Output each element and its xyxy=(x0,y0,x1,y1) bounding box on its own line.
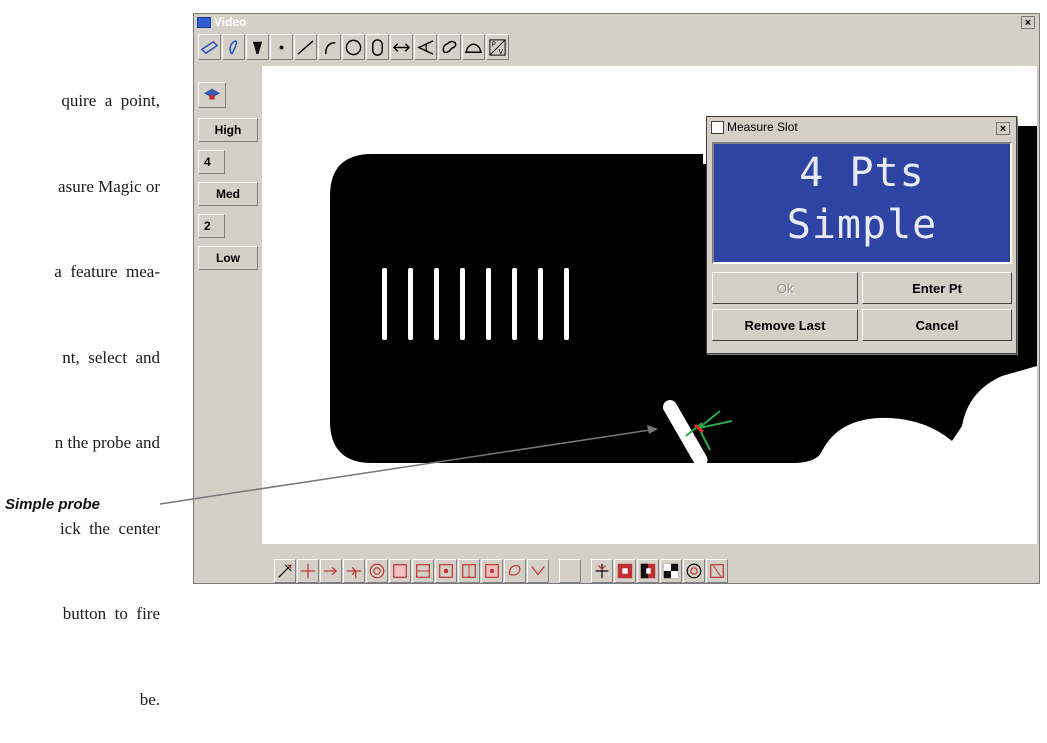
manual-text-line: ick the center xyxy=(59,518,160,538)
light-level-2-button[interactable]: 2 xyxy=(198,214,225,238)
tool-chevron-icon[interactable] xyxy=(527,559,549,583)
dialog-icon xyxy=(711,121,724,134)
tool-converge-icon[interactable] xyxy=(591,559,613,583)
display-points-count: 4 Pts xyxy=(799,150,925,196)
window-title: Video xyxy=(214,15,247,29)
tool-dark-box-1-icon[interactable] xyxy=(614,559,636,583)
tool-box-5-icon[interactable] xyxy=(481,559,503,583)
callout-label: Simple probe xyxy=(5,496,101,513)
enter-point-button[interactable]: Enter Pt xyxy=(862,272,1012,304)
tool-half-circle-icon[interactable] xyxy=(462,34,485,60)
construct-toolbar xyxy=(274,559,728,587)
tool-arrow-right-icon[interactable] xyxy=(320,559,342,583)
manual-text-block: quire a point, asure Magic or a feature … xyxy=(0,30,160,743)
manual-text-line: n the probe and xyxy=(54,433,160,452)
tool-contour-icon[interactable] xyxy=(438,34,461,60)
tool-slash-box-icon[interactable] xyxy=(706,559,728,583)
manual-text-line: asure Magic or xyxy=(58,176,160,196)
tool-circle-icon[interactable] xyxy=(342,34,365,60)
toolbar-separator xyxy=(550,559,558,587)
measure-slot-dialog: Measure Slot × 4 Pts Simple Ok Enter Pt … xyxy=(706,116,1017,354)
tool-box-2-icon[interactable] xyxy=(412,559,434,583)
light-level-4-button[interactable]: 4 xyxy=(198,150,225,174)
display-probe-mode: Simple xyxy=(786,202,938,248)
tool-probe-icon[interactable] xyxy=(246,34,269,60)
window-titlebar: Video × xyxy=(194,14,1039,32)
manual-text-line: button to fire xyxy=(62,604,160,623)
light-med-button[interactable]: Med xyxy=(198,182,258,206)
svg-text:V: V xyxy=(498,48,503,56)
tool-box-1-icon[interactable] xyxy=(389,559,411,583)
tool-slot-icon[interactable] xyxy=(366,34,389,60)
tool-distance-icon[interactable] xyxy=(390,34,413,60)
manual-text-line: a feature mea- xyxy=(54,262,160,281)
manual-text-line: nt, select and xyxy=(62,347,160,367)
window-icon xyxy=(197,17,211,28)
dialog-close-button[interactable]: × xyxy=(996,122,1010,135)
dialog-title: Measure Slot xyxy=(727,120,798,134)
ok-button[interactable]: Ok xyxy=(712,272,858,304)
manual-text-line: quire a point, xyxy=(61,91,160,110)
tool-dark-box-2-icon[interactable] xyxy=(637,559,659,583)
window-close-button[interactable]: × xyxy=(1021,16,1035,29)
tool-box-4-icon[interactable] xyxy=(458,559,480,583)
tool-star-icon[interactable] xyxy=(274,559,296,583)
tool-pv-icon[interactable]: PV xyxy=(486,34,509,60)
manual-text-line: be. xyxy=(139,689,160,709)
light-low-button[interactable]: Low xyxy=(198,246,258,270)
tool-edge-icon[interactable] xyxy=(198,34,221,60)
light-high-button[interactable]: High xyxy=(198,118,258,142)
tool-dark-box-3-icon[interactable] xyxy=(660,559,682,583)
tool-arc-icon[interactable] xyxy=(318,34,341,60)
tool-box-3-icon[interactable] xyxy=(435,559,457,583)
tool-arrow-tick-icon[interactable] xyxy=(343,559,365,583)
tool-angle-icon[interactable] xyxy=(414,34,437,60)
tool-target-icon[interactable] xyxy=(683,559,705,583)
measure-toolbar: PV xyxy=(198,34,509,62)
points-display: 4 Pts Simple xyxy=(712,142,1012,264)
svg-text:P: P xyxy=(492,40,496,48)
graduate-cap-icon[interactable] xyxy=(198,82,226,108)
remove-last-button[interactable]: Remove Last xyxy=(712,309,858,341)
tool-freehand-icon[interactable] xyxy=(222,34,245,60)
tool-line-icon[interactable] xyxy=(294,34,317,60)
toolbar-separator xyxy=(582,559,590,587)
tool-cross-icon[interactable] xyxy=(297,559,319,583)
tool-blank-icon[interactable] xyxy=(559,559,581,583)
dialog-titlebar: Measure Slot × xyxy=(707,117,1016,139)
light-panel: High 4 Med 2 Low xyxy=(198,82,262,278)
tool-ring-icon[interactable] xyxy=(366,559,388,583)
tool-blob-icon[interactable] xyxy=(504,559,526,583)
cancel-button[interactable]: Cancel xyxy=(862,309,1012,341)
tool-point-icon[interactable] xyxy=(270,34,293,60)
